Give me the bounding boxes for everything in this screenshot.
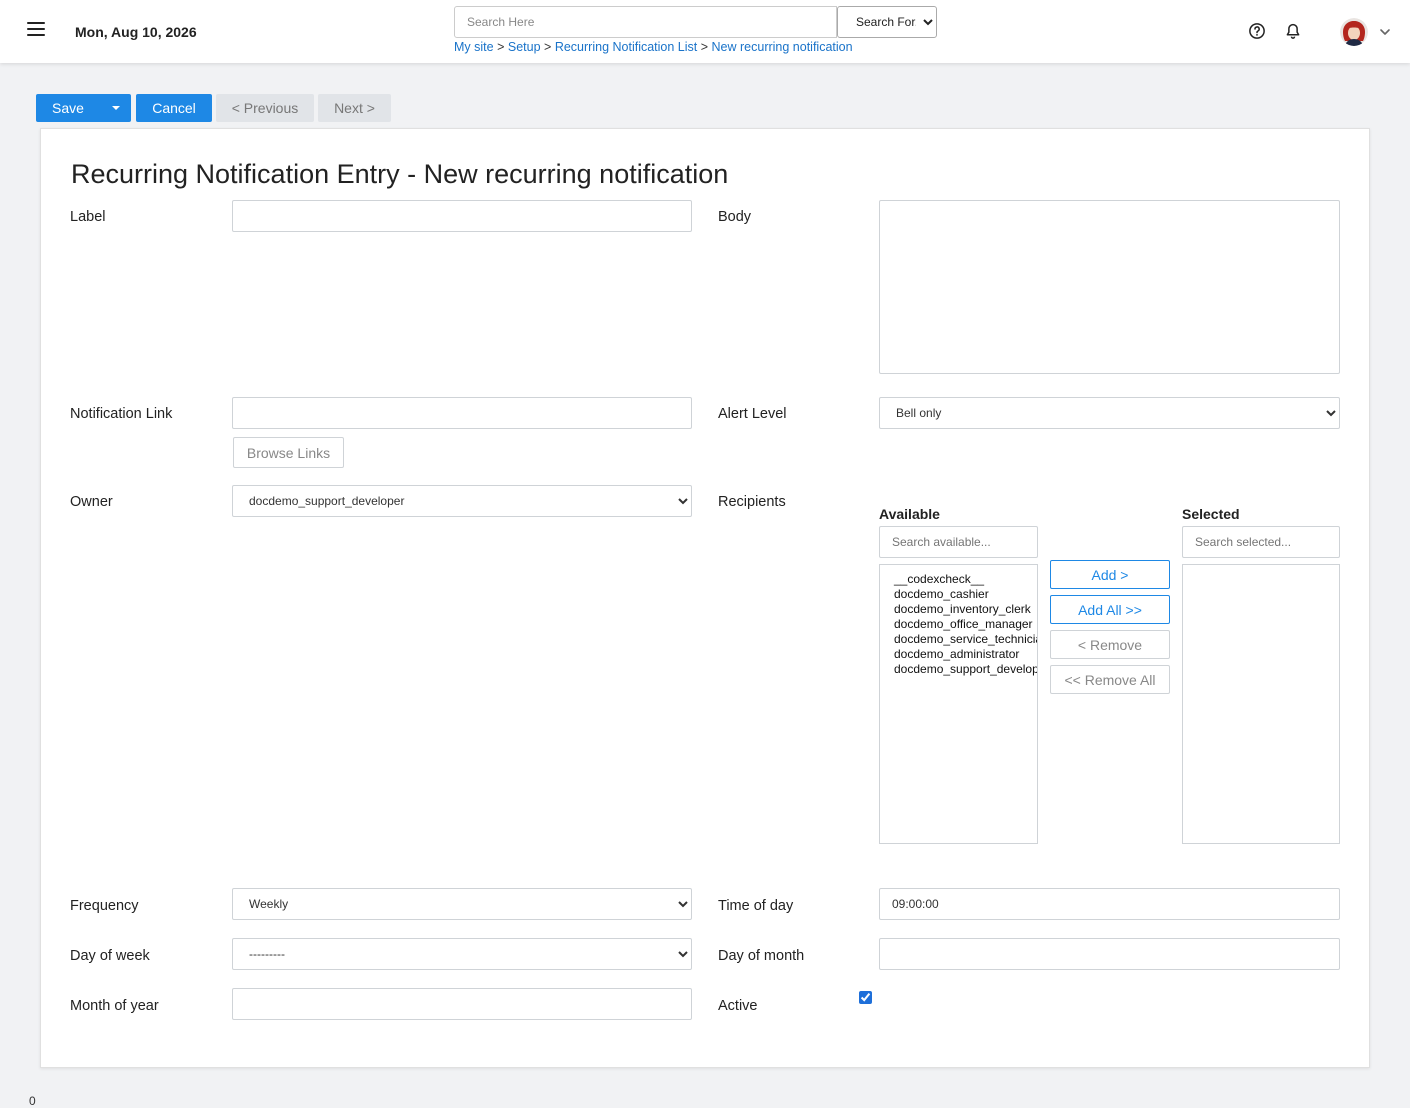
month-of-year-label: Month of year xyxy=(70,998,159,1014)
active-label: Active xyxy=(718,998,758,1014)
notification-link-label: Notification Link xyxy=(70,406,173,422)
available-recipients-list[interactable]: __codexcheck__ docdemo_cashier docdemo_i… xyxy=(879,564,1038,844)
body-field-label: Body xyxy=(718,209,752,225)
alert-level-select[interactable]: Bell only xyxy=(879,397,1340,429)
active-checkbox[interactable] xyxy=(859,991,872,1004)
breadcrumb-new-recurring-notification[interactable]: New recurring notification xyxy=(712,40,853,54)
label-input[interactable] xyxy=(232,200,692,232)
list-item[interactable]: docdemo_support_developer xyxy=(894,662,1037,677)
breadcrumb-separator: > xyxy=(544,40,552,54)
list-item[interactable]: __codexcheck__ xyxy=(894,572,1037,587)
breadcrumb-separator: > xyxy=(700,40,709,54)
day-of-month-label: Day of month xyxy=(718,948,805,964)
search-input[interactable] xyxy=(454,6,837,38)
day-of-week-select[interactable]: --------- xyxy=(232,938,692,970)
form-card: Recurring Notification Entry - New recur… xyxy=(40,128,1370,1068)
list-item[interactable]: docdemo_cashier xyxy=(894,587,1037,602)
chevron-down-icon[interactable] xyxy=(1379,26,1391,38)
recipients-label: Recipients xyxy=(718,494,786,510)
add-button[interactable]: Add > xyxy=(1050,560,1170,589)
list-item[interactable]: docdemo_administrator xyxy=(894,647,1037,662)
day-of-month-input[interactable] xyxy=(879,938,1340,970)
remove-all-button[interactable]: << Remove All xyxy=(1050,665,1170,694)
top-bar: Mon, Aug 10, 2026 Search For... My site … xyxy=(0,0,1410,63)
page-title: Recurring Notification Entry - New recur… xyxy=(71,159,729,189)
previous-button[interactable]: < Previous xyxy=(216,94,314,122)
list-item[interactable]: docdemo_office_manager xyxy=(894,617,1037,632)
search-scope-select[interactable]: Search For... xyxy=(837,6,937,38)
time-of-day-label: Time of day xyxy=(718,898,794,914)
day-of-week-label: Day of week xyxy=(70,948,150,964)
footer-mark: 0 xyxy=(29,1094,36,1108)
browse-links-button[interactable]: Browse Links xyxy=(233,437,344,468)
time-of-day-input[interactable] xyxy=(879,888,1340,920)
cancel-button[interactable]: Cancel xyxy=(136,94,212,122)
available-heading: Available xyxy=(879,506,940,522)
selected-heading: Selected xyxy=(1182,506,1240,522)
save-button[interactable]: Save xyxy=(36,94,100,122)
current-date: Mon, Aug 10, 2026 xyxy=(75,24,197,40)
owner-label: Owner xyxy=(70,494,113,510)
notification-link-input[interactable] xyxy=(232,397,692,429)
breadcrumb-my-site[interactable]: My site xyxy=(454,40,494,54)
next-button[interactable]: Next > xyxy=(318,94,391,122)
remove-button[interactable]: < Remove xyxy=(1050,630,1170,659)
breadcrumb-setup[interactable]: Setup xyxy=(508,40,541,54)
search-available-input[interactable] xyxy=(879,526,1038,558)
selected-recipients-list[interactable] xyxy=(1182,564,1340,844)
search-selected-input[interactable] xyxy=(1182,526,1340,558)
notifications-bell-icon[interactable] xyxy=(1284,22,1302,40)
frequency-select[interactable]: Weekly xyxy=(232,888,692,920)
add-all-button[interactable]: Add All >> xyxy=(1050,595,1170,624)
label-field-label: Label xyxy=(70,209,106,225)
owner-select[interactable]: docdemo_support_developer xyxy=(232,485,692,517)
save-options-dropdown[interactable] xyxy=(100,94,131,122)
list-item[interactable]: docdemo_service_technician xyxy=(894,632,1037,647)
menu-icon[interactable] xyxy=(27,22,45,38)
breadcrumb-recurring-notification-list[interactable]: Recurring Notification List xyxy=(555,40,697,54)
user-avatar[interactable] xyxy=(1340,18,1368,46)
list-item[interactable]: docdemo_inventory_clerk xyxy=(894,602,1037,617)
alert-level-label: Alert Level xyxy=(718,406,787,422)
breadcrumb: My site > Setup > Recurring Notification… xyxy=(454,40,853,54)
caret-down-icon xyxy=(111,106,120,110)
body-textarea[interactable] xyxy=(879,200,1340,374)
breadcrumb-separator: > xyxy=(497,40,505,54)
help-icon[interactable] xyxy=(1248,22,1266,40)
frequency-label: Frequency xyxy=(70,898,139,914)
month-of-year-input[interactable] xyxy=(232,988,692,1020)
